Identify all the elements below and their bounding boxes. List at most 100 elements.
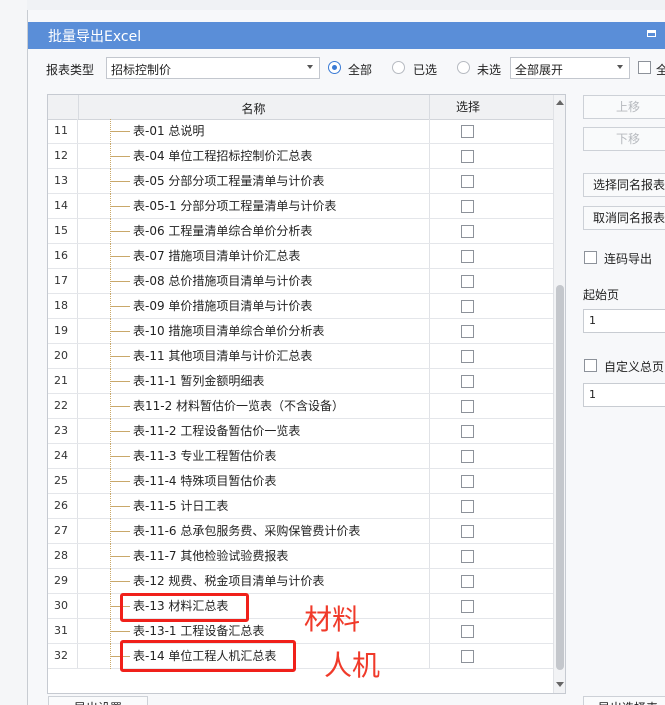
row-select-checkbox[interactable] <box>461 450 474 463</box>
table-row[interactable]: 20 表-11 其他项目清单与计价汇总表 <box>48 344 553 369</box>
table-row[interactable]: 26 表-11-5 计日工表 <box>48 494 553 519</box>
export-settings-button[interactable]: 导出设置 <box>48 696 148 705</box>
custom-total-label: 自定义总页 <box>604 360 665 374</box>
row-select-checkbox[interactable] <box>461 350 474 363</box>
scroll-down-icon[interactable] <box>556 682 564 687</box>
table-row[interactable]: 14 表-05-1 分部分项工程量清单与计价表 <box>48 194 553 219</box>
header-index-cell <box>48 95 79 119</box>
report-name: 表-11-4 特殊项目暂估价表 <box>133 474 277 488</box>
tree-branch <box>110 206 130 207</box>
tree-branch <box>110 631 130 632</box>
select-cell <box>429 569 506 593</box>
radio-all[interactable] <box>328 61 341 74</box>
table-row[interactable]: 21 表-11-1 暂列金额明细表 <box>48 369 553 394</box>
row-select-checkbox[interactable] <box>461 375 474 388</box>
report-name: 表-10 措施项目清单综合单价分析表 <box>133 324 325 338</box>
row-index: 21 <box>48 369 78 393</box>
row-index: 32 <box>48 644 78 668</box>
row-select-checkbox[interactable] <box>461 525 474 538</box>
cancel-same-name-button[interactable]: 取消同名报表 <box>583 206 665 230</box>
table-row[interactable]: 11 表-01 总说明 <box>48 119 553 144</box>
scroll-up-icon[interactable] <box>556 100 564 105</box>
report-name: 表-11-7 其他检验试验费报表 <box>133 549 289 563</box>
table-row[interactable]: 16 表-07 措施项目清单计价汇总表 <box>48 244 553 269</box>
radio-unselected[interactable] <box>457 61 470 74</box>
select-same-name-button[interactable]: 选择同名报表 <box>583 173 665 197</box>
table-row[interactable]: 24 表-11-3 专业工程暂估价表 <box>48 444 553 469</box>
select-cell <box>429 469 506 493</box>
table-row[interactable]: 15 表-06 工程量清单综合单价分析表 <box>48 219 553 244</box>
report-name: 表-04 单位工程招标控制价汇总表 <box>133 149 313 163</box>
custom-total-checkbox[interactable] <box>584 359 597 372</box>
window-title: 批量导出Excel <box>48 29 142 45</box>
move-down-button[interactable]: 下移 <box>583 127 665 151</box>
row-index: 28 <box>48 544 78 568</box>
report-name: 表-12 规费、税金项目清单与计价表 <box>133 574 325 588</box>
custom-total-input[interactable]: 1 <box>583 383 665 407</box>
row-select-checkbox[interactable] <box>461 600 474 613</box>
row-select-checkbox[interactable] <box>461 325 474 338</box>
row-select-checkbox[interactable] <box>461 150 474 163</box>
row-select-checkbox[interactable] <box>461 625 474 638</box>
table-row[interactable]: 12 表-04 单位工程招标控制价汇总表 <box>48 144 553 169</box>
move-up-button[interactable]: 上移 <box>583 95 665 119</box>
row-index: 16 <box>48 244 78 268</box>
row-select-checkbox[interactable] <box>461 225 474 238</box>
row-select-checkbox[interactable] <box>461 425 474 438</box>
tree-branch <box>110 556 130 557</box>
row-select-checkbox[interactable] <box>461 275 474 288</box>
radio-all-label[interactable]: 全部 <box>348 61 372 78</box>
report-name: 表-08 总价措施项目清单与计价表 <box>133 274 313 288</box>
annotation-material: 材料 <box>304 603 361 636</box>
report-type-select[interactable]: 招标控制价 <box>106 57 320 79</box>
select-all-checkbox[interactable] <box>638 61 651 74</box>
radio-unselected-label[interactable]: 未选 <box>477 61 501 78</box>
row-select-checkbox[interactable] <box>461 500 474 513</box>
expand-select[interactable]: 全部展开 <box>510 57 630 79</box>
report-name: 表-11-2 工程设备暂估价一览表 <box>133 424 301 438</box>
table-row[interactable]: 29 表-12 规费、税金项目清单与计价表 <box>48 569 553 594</box>
tree-branch <box>110 506 130 507</box>
scroll-thumb[interactable] <box>556 285 564 670</box>
row-index: 15 <box>48 219 78 243</box>
tree-branch <box>110 531 130 532</box>
select-cell <box>429 344 506 368</box>
row-index: 26 <box>48 494 78 518</box>
table-row[interactable]: 28 表-11-7 其他检验试验费报表 <box>48 544 553 569</box>
tree-branch <box>110 181 130 182</box>
table-row[interactable]: 19 表-10 措施项目清单综合单价分析表 <box>48 319 553 344</box>
row-select-checkbox[interactable] <box>461 650 474 663</box>
continuous-export-checkbox[interactable] <box>584 251 597 264</box>
row-select-checkbox[interactable] <box>461 575 474 588</box>
select-cell <box>429 244 506 268</box>
tree-branch <box>110 406 130 407</box>
tree-branch <box>110 156 130 157</box>
row-index: 22 <box>48 394 78 418</box>
row-index: 23 <box>48 419 78 443</box>
table-row[interactable]: 27 表-11-6 总承包服务费、采购保管费计价表 <box>48 519 553 544</box>
table-row[interactable]: 13 表-05 分部分项工程量清单与计价表 <box>48 169 553 194</box>
row-select-checkbox[interactable] <box>461 250 474 263</box>
table-header: 名称 选择 <box>48 95 565 120</box>
row-select-checkbox[interactable] <box>461 300 474 313</box>
row-select-checkbox[interactable] <box>461 125 474 138</box>
radio-selected-label[interactable]: 已选 <box>413 61 437 78</box>
table-row[interactable]: 17 表-08 总价措施项目清单与计价表 <box>48 269 553 294</box>
vertical-scrollbar[interactable] <box>553 95 565 693</box>
radio-selected[interactable] <box>392 61 405 74</box>
row-select-checkbox[interactable] <box>461 175 474 188</box>
start-page-input[interactable]: 1 <box>583 309 665 333</box>
table-row[interactable]: 22 表11-2 材料暂估价一览表（不含设备） <box>48 394 553 419</box>
table-row[interactable]: 23 表-11-2 工程设备暂估价一览表 <box>48 419 553 444</box>
row-select-checkbox[interactable] <box>461 400 474 413</box>
maximize-icon[interactable] <box>647 30 656 37</box>
row-select-checkbox[interactable] <box>461 475 474 488</box>
report-name: 表-11-1 暂列金额明细表 <box>133 374 265 388</box>
row-select-checkbox[interactable] <box>461 200 474 213</box>
header-select: 选择 <box>429 95 506 119</box>
export-selected-button[interactable]: 导出选择表 <box>583 696 665 705</box>
row-select-checkbox[interactable] <box>461 550 474 563</box>
table-row[interactable]: 25 表-11-4 特殊项目暂估价表 <box>48 469 553 494</box>
batch-export-dialog: 批量导出Excel 报表类型 招标控制价 全部 已选 未选 全部展开 全 名称 … <box>27 10 665 705</box>
table-row[interactable]: 18 表-09 单价措施项目清单与计价表 <box>48 294 553 319</box>
